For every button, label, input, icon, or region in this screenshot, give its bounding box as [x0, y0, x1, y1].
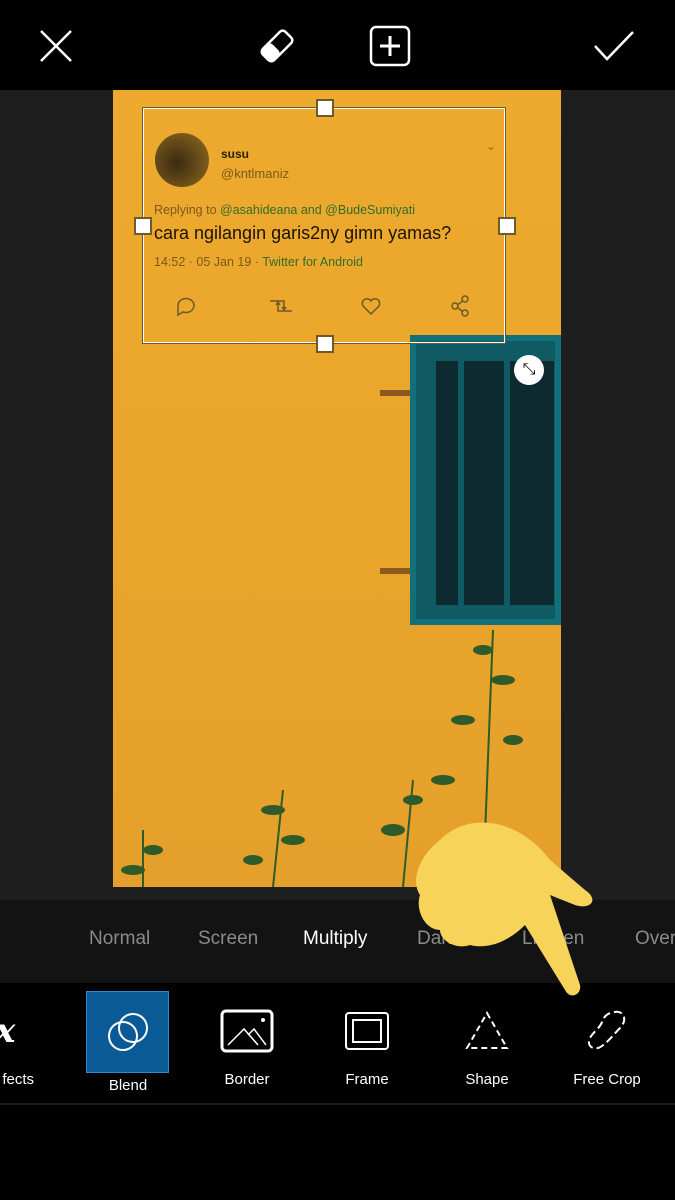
blend-darken[interactable]: Darken	[417, 928, 478, 950]
like-icon	[361, 298, 381, 316]
resize-handle-left[interactable]	[134, 217, 152, 235]
tool-free-crop[interactable]: Free Crop	[565, 991, 649, 1101]
blend-mode-bar: Normal Screen Multiply Darken Lighten Ov…	[0, 900, 675, 983]
tool-shape[interactable]: Shape	[445, 991, 529, 1101]
tweet-handle: @kntlmaniz	[221, 166, 290, 181]
tool-effects[interactable]: fxfects	[0, 991, 40, 1101]
reply-to-users[interactable]: @asahideana and @BudeSumiyati	[220, 203, 415, 217]
free-crop-icon	[565, 991, 649, 1071]
blend-normal[interactable]: Normal	[89, 928, 150, 950]
tool-frame[interactable]: Frame	[325, 991, 409, 1101]
retweet-icon	[270, 300, 292, 312]
avatar	[155, 133, 209, 187]
tweet-time: 14:52 · 05 Jan 19 ·	[154, 255, 259, 269]
tweet-source: Twitter for Android	[262, 255, 363, 269]
blend-icon	[86, 991, 169, 1073]
blend-overlay[interactable]: Over	[635, 928, 675, 950]
resize-handle-bottom[interactable]	[316, 335, 334, 353]
tool-border[interactable]: Border	[205, 991, 289, 1101]
tweet-sticker-layer[interactable]: susu @kntlmaniz ⌄ Replying to @asahidean…	[134, 99, 544, 385]
apply-check-icon[interactable]	[590, 22, 638, 70]
chevron-down-icon: ⌄	[486, 139, 497, 153]
resize-handle-right[interactable]	[498, 217, 516, 235]
plant-foliage	[121, 629, 523, 887]
shape-triangle-icon	[445, 991, 529, 1071]
frame-icon	[325, 991, 409, 1071]
add-layer-icon[interactable]	[366, 22, 414, 70]
top-toolbar	[0, 0, 675, 90]
tweet-actions	[177, 295, 469, 317]
tweet-text: cara ngilangin garis2ny gimn yamas?	[154, 223, 452, 243]
border-image-icon	[205, 991, 289, 1071]
blend-multiply[interactable]: Multiply	[303, 928, 367, 950]
tool-blend[interactable]: Blend	[86, 991, 170, 1101]
background-photo: susu @kntlmaniz ⌄ Replying to @asahidean…	[113, 90, 561, 887]
replying-label: Replying to	[154, 203, 217, 217]
scale-rotate-icon[interactable]: ⤡	[514, 355, 544, 385]
tool-bar: fxfects Blend Border Frame Shape Free Cr…	[0, 983, 675, 1105]
close-icon[interactable]	[32, 22, 80, 70]
blend-lighten[interactable]: Lighten	[522, 928, 584, 950]
reply-icon	[177, 297, 195, 317]
blend-screen[interactable]: Screen	[198, 928, 258, 950]
eraser-icon[interactable]	[253, 22, 301, 70]
tweet-name: susu	[221, 147, 250, 161]
fx-icon: fx	[0, 991, 40, 1071]
resize-handle-top[interactable]	[316, 99, 334, 117]
editing-canvas[interactable]: susu @kntlmaniz ⌄ Replying to @asahidean…	[0, 90, 675, 900]
